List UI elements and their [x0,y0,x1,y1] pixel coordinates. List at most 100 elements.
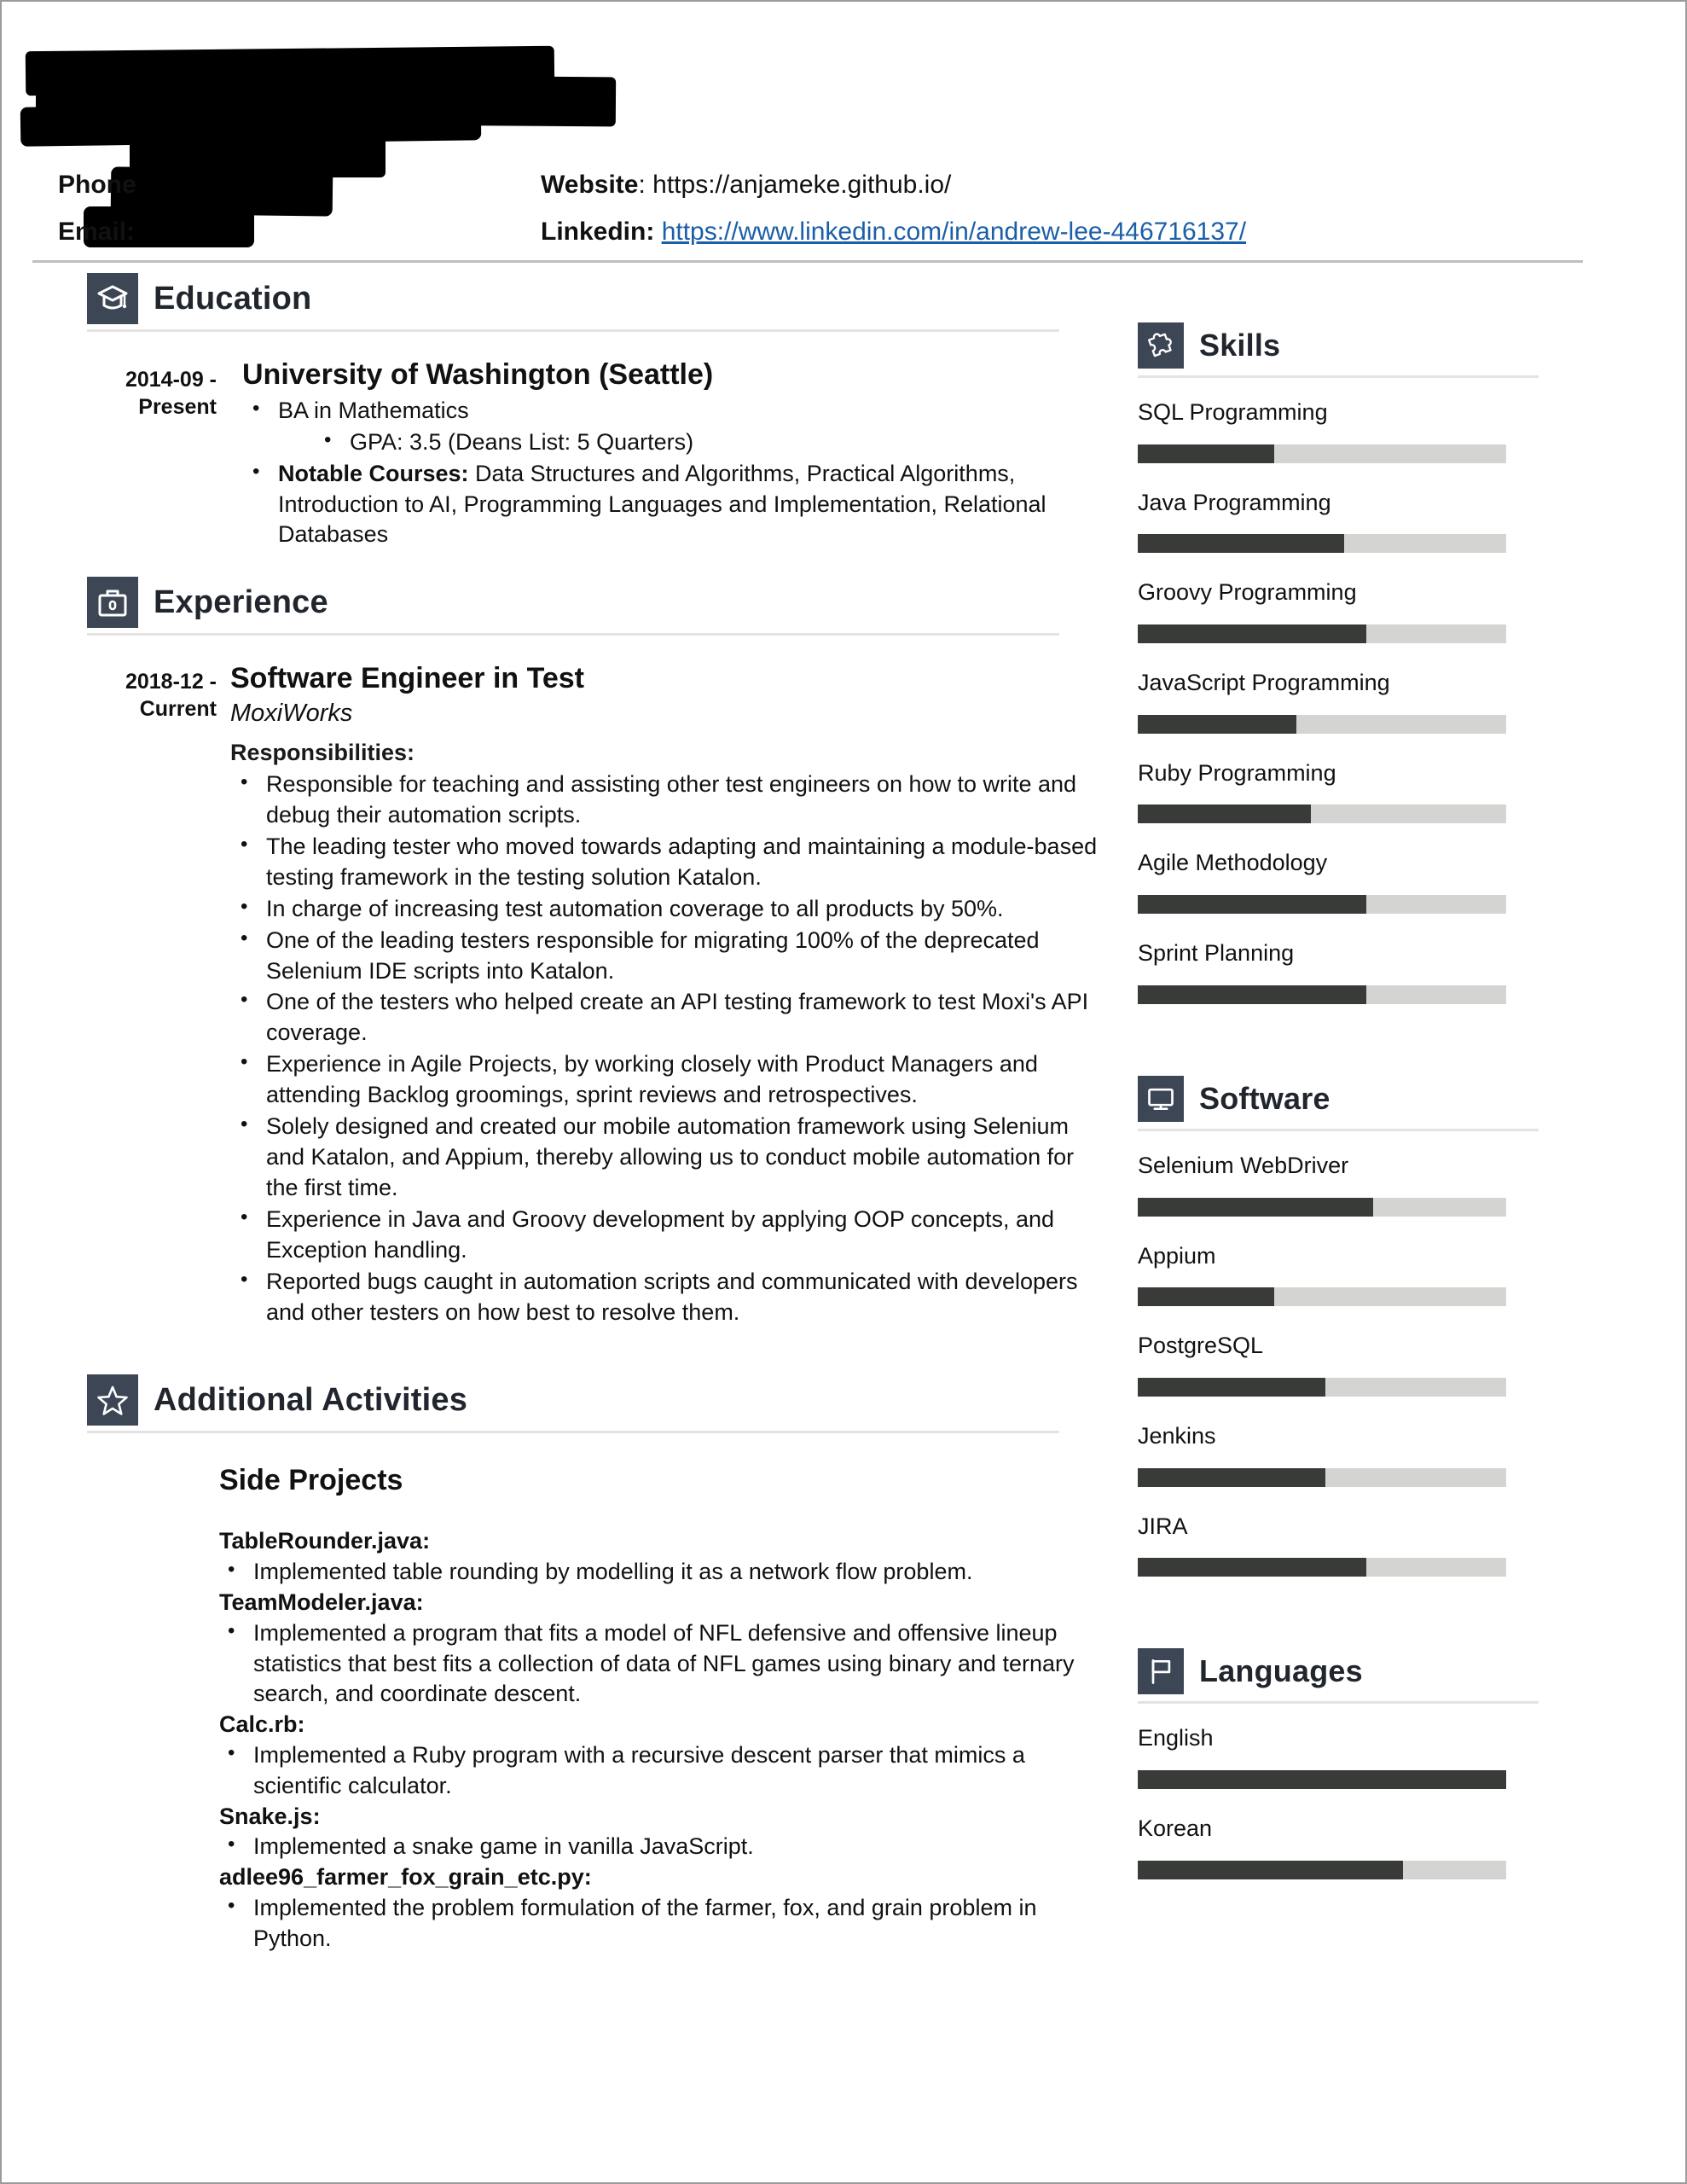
skill-track [1138,444,1506,463]
email-row: Email: [58,218,135,247]
puzzle-piece-icon [1138,322,1184,369]
project-description: Implemented a program that fits a model … [219,1618,1110,1711]
company-name: MoxiWorks [230,700,353,728]
software-meter: PostgreSQL [1138,1333,1539,1397]
software-divider [1138,1128,1539,1131]
software-meters: Selenium WebDriver Appium PostgreSQL Jen… [1138,1153,1539,1577]
website-separator: : [638,171,653,199]
skill-label: Groovy Programming [1138,579,1357,606]
education-body: University of Washington (Seattle) BA in… [230,357,1110,551]
side-projects-block: Side Projects TableRounder.java: Impleme… [2,1464,1110,1954]
sidebar-column: Skills SQL Programming Java Programming … [1138,322,1539,1907]
phone-label: Phone [58,171,136,199]
software-label: PostgreSQL [1138,1333,1264,1359]
software-label: Appium [1138,1242,1216,1269]
skill-track [1138,985,1506,1004]
linkedin-label: Linkedin: [541,218,655,246]
skill-label: JavaScript Programming [1138,670,1390,696]
languages-meters: English Korean [1138,1726,1539,1879]
header-divider [32,260,1583,263]
project-name: adlee96_farmer_fox_grain_etc.py: [219,1864,592,1891]
software-track [1138,1377,1506,1397]
project-item: TableRounder.java: Implemented table rou… [219,1526,1110,1588]
project-name: TeamModeler.java: [219,1589,424,1615]
additional-activities-title: Additional Activities [154,1381,468,1418]
skill-meter: Sprint Planning [1138,940,1539,1004]
additional-activities-header: Additional Activities [2,1374,1110,1426]
skill-track [1138,804,1506,824]
main-column: Education 2014-09 - Present University o… [2,273,1110,1955]
experience-body: Software Engineer in Test MoxiWorks Resp… [230,661,1110,1328]
email-label: Email: [58,218,136,246]
graduation-cap-icon [87,273,138,324]
skill-label: Ruby Programming [1138,759,1336,786]
responsibilities-list: Responsible for teaching and assisting o… [230,769,1110,1327]
language-label: Korean [1138,1815,1213,1841]
skill-label: Java Programming [1138,489,1331,515]
website-label: Website [541,171,639,199]
education-date: 2014-09 - Present [97,357,230,551]
language-fill [1138,1769,1506,1789]
experience-header: Experience [2,577,1110,629]
project-description: Implemented table rounding by modelling … [219,1556,1110,1588]
language-meter: Korean [1138,1815,1539,1879]
skill-track [1138,714,1506,734]
section-skills: Skills SQL Programming Java Programming … [1138,322,1539,1004]
skill-meter: JavaScript Programming [1138,670,1539,734]
responsibility-item: One of the leading testers responsible f… [230,925,1110,987]
software-fill [1138,1197,1374,1217]
section-additional-activities: Additional Activities Side Projects Tabl… [2,1374,1110,1954]
section-experience: Experience 2018-12 - Current Software En… [2,577,1110,1328]
side-projects-title: Side Projects [219,1464,403,1497]
software-fill [1138,1287,1274,1307]
software-meter: JIRA [1138,1513,1539,1577]
project-name: TableRounder.java: [219,1528,431,1554]
software-track [1138,1287,1506,1307]
section-education: Education 2014-09 - Present University o… [2,273,1110,551]
education-date-line2: Present [138,395,217,419]
responsibility-item: Solely designed and created our mobile a… [230,1111,1110,1204]
resume-page: Phone Email: Website: https://anjameke.g… [0,0,1687,2184]
skill-meter: Java Programming [1138,489,1539,554]
responsibility-item: Experience in Java and Groovy developmen… [230,1204,1110,1266]
education-school: University of Washington (Seattle) [242,358,714,391]
software-header: Software [1138,1075,1539,1122]
experience-date-line2: Current [139,697,217,722]
software-meter: Appium [1138,1242,1539,1307]
responsibility-item: One of the testers who helped create an … [230,986,1110,1048]
project-name: Snake.js: [219,1803,321,1829]
languages-title: Languages [1199,1653,1363,1689]
software-meter: Selenium WebDriver [1138,1153,1539,1217]
project-item: adlee96_farmer_fox_grain_etc.py: Impleme… [219,1862,1110,1954]
education-entry: 2014-09 - Present University of Washingt… [2,357,1110,551]
project-description: Implemented a Ruby program with a recurs… [219,1740,1110,1802]
flag-icon [1138,1648,1184,1695]
skill-fill [1138,804,1312,824]
skill-meter: SQL Programming [1138,399,1539,463]
skills-divider [1138,375,1539,378]
language-meter: English [1138,1726,1539,1789]
linkedin-link[interactable]: https://www.linkedin.com/in/andrew-lee-4… [662,218,1246,246]
briefcase-icon [87,577,138,629]
software-track [1138,1467,1506,1487]
software-fill [1138,1377,1326,1397]
skill-meter: Groovy Programming [1138,579,1539,644]
education-bullet-courses: Notable Courses: Data Structures and Alg… [242,458,1110,551]
resume-header: Phone Email: Website: https://anjameke.g… [2,2,1685,266]
skill-fill [1138,895,1366,915]
responsibility-item: The leading tester who moved towards ada… [230,831,1110,893]
education-bullets: BA in Mathematics GPA: 3.5 (Deans List: … [242,395,1110,551]
website-value[interactable]: https://anjameke.github.io/ [652,171,951,199]
language-fill [1138,1860,1404,1879]
skill-fill [1138,534,1344,554]
skill-fill [1138,714,1296,734]
education-bullet-sub: GPA: 3.5 (Deans List: 5 Quarters) [242,427,1110,458]
experience-divider [87,633,1059,636]
skills-header: Skills [1138,322,1539,369]
experience-date-line1: 2018-12 - [125,670,217,694]
software-meter: Jenkins [1138,1423,1539,1487]
software-title: Software [1199,1080,1330,1116]
responsibilities-label: Responsibilities: [230,740,415,766]
